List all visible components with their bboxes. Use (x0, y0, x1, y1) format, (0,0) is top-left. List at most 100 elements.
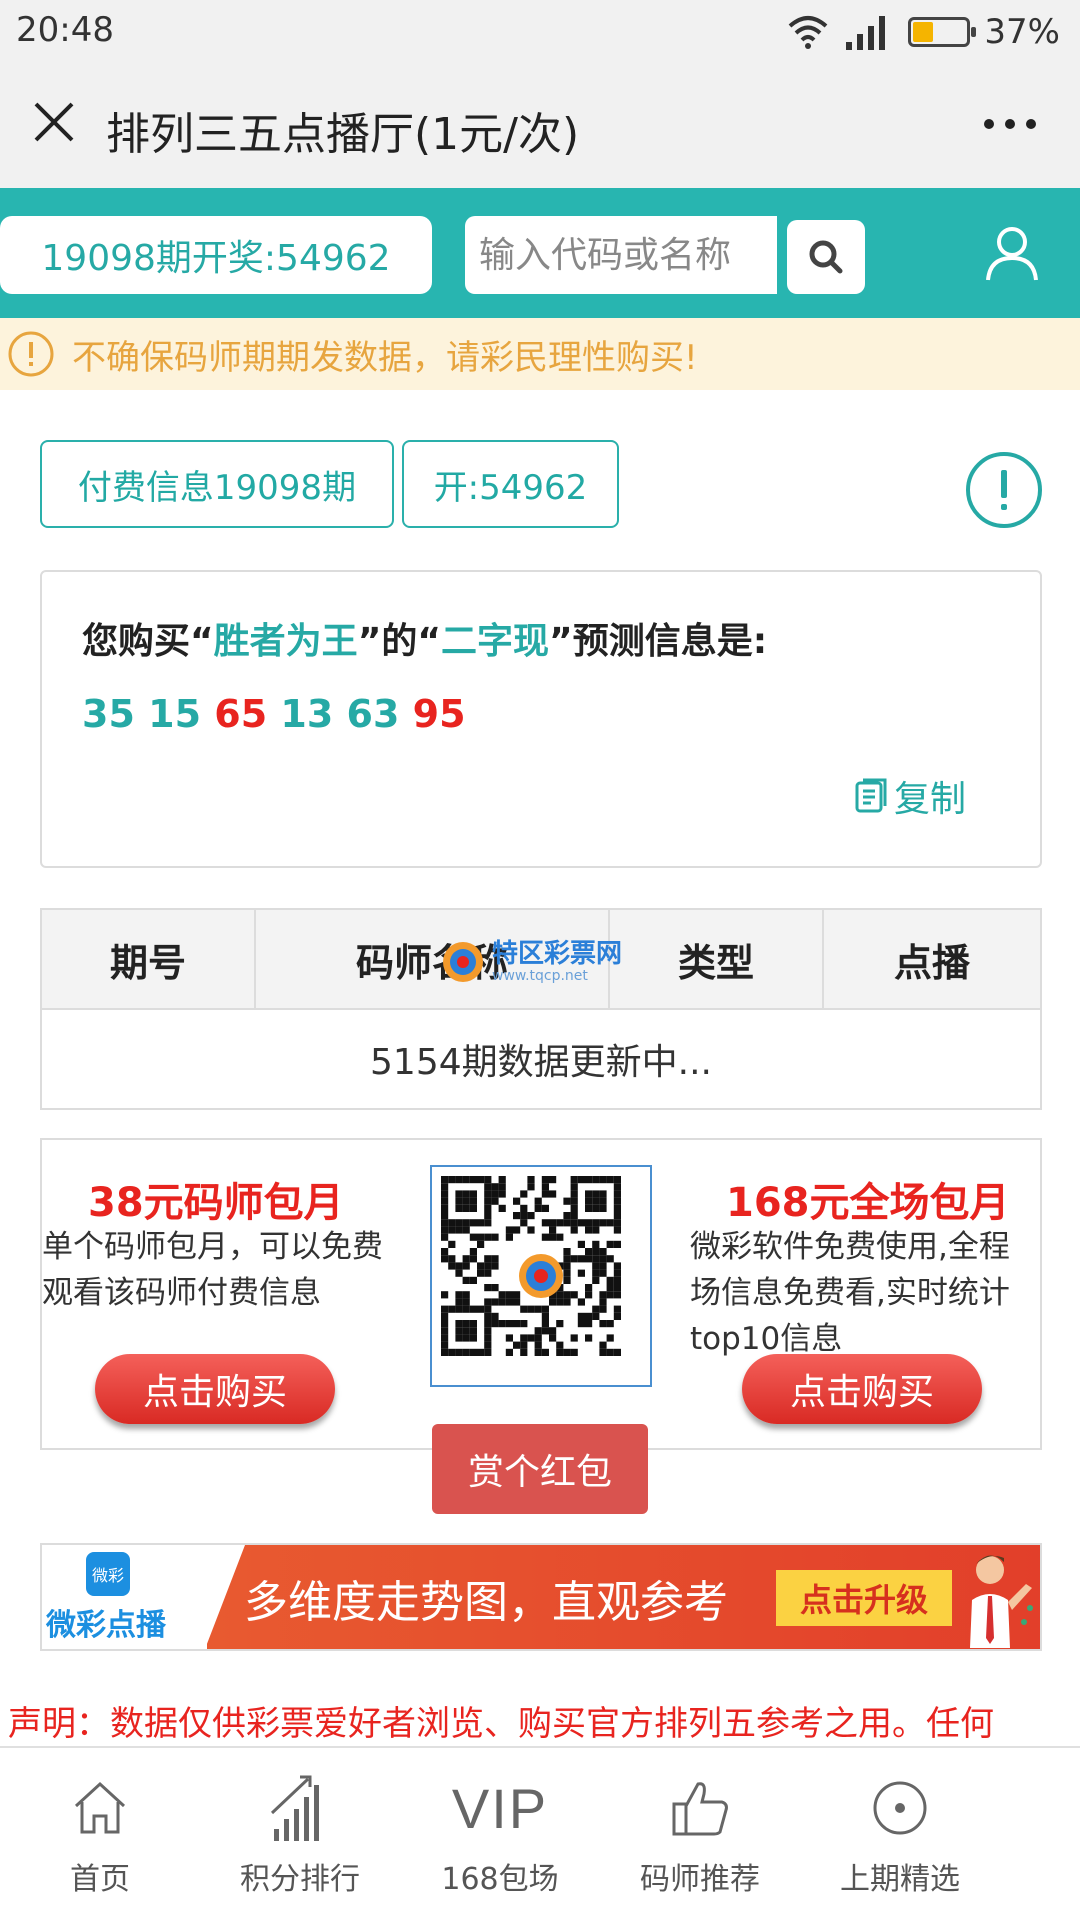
qr-module (599, 1262, 607, 1270)
prediction-number: 13 (280, 692, 334, 736)
qr-module (613, 1226, 621, 1234)
page-title: 排列三五点播厅(1元/次) (106, 109, 580, 160)
nav-item-recommend[interactable]: 码师推荐 (600, 1748, 800, 1920)
qr-module (577, 1320, 585, 1328)
nav-item-home[interactable]: 首页 (0, 1748, 200, 1920)
nav-item-ranking[interactable]: 积分排行 (200, 1748, 400, 1920)
qr-module (484, 1269, 492, 1277)
qr-module (534, 1305, 542, 1313)
qr-module (513, 1291, 521, 1299)
copy-icon (855, 778, 887, 813)
qr-module (585, 1255, 593, 1263)
search-button[interactable] (787, 220, 865, 294)
qr-module (599, 1190, 607, 1198)
qr-module (469, 1176, 477, 1184)
qr-module (498, 1190, 506, 1198)
buy-master-monthly-button[interactable]: 点击购买 (95, 1354, 335, 1424)
qr-module (541, 1320, 549, 1328)
qr-module (599, 1197, 607, 1205)
upgrade-button[interactable]: 点击升级 (776, 1570, 952, 1626)
qr-module (484, 1255, 492, 1263)
monthly-master-desc: 单个码师包月，可以免费观看该码师付费信息 (42, 1229, 383, 1311)
qr-module (549, 1190, 557, 1198)
qr-module (484, 1320, 492, 1328)
more-dot-icon (984, 119, 994, 129)
nav-item-vip[interactable]: VIP 168包场 (400, 1748, 600, 1920)
qr-module (606, 1276, 614, 1284)
battery-percent: 37% (984, 12, 1060, 52)
qr-module (462, 1190, 470, 1198)
buy-all-monthly-button[interactable]: 点击购买 (742, 1354, 982, 1424)
qr-module (469, 1305, 477, 1313)
target-circle-icon (873, 1781, 927, 1835)
qr-module (484, 1284, 492, 1292)
qr-module (441, 1312, 449, 1320)
vip-icon: VIP (451, 1776, 549, 1840)
qr-module (534, 1348, 542, 1356)
qr-module (469, 1197, 477, 1205)
open-result-button[interactable]: 开:54962 (402, 440, 619, 528)
qr-module (462, 1262, 470, 1270)
qr-module (556, 1348, 564, 1356)
close-button[interactable] (28, 96, 80, 148)
qr-module (549, 1219, 557, 1227)
info-icon (8, 331, 54, 377)
qr-module (441, 1204, 449, 1212)
qr-module (585, 1219, 593, 1227)
qr-module (498, 1176, 506, 1184)
qr-module (613, 1262, 621, 1270)
qr-module (556, 1298, 564, 1306)
nav-label: 168包场 (441, 1862, 559, 1897)
qr-module (613, 1190, 621, 1198)
qr-module (549, 1226, 557, 1234)
qr-module (477, 1240, 485, 1248)
nav-item-last-picks[interactable]: 上期精选 (800, 1748, 1000, 1920)
qr-module (563, 1219, 571, 1227)
qr-module (484, 1197, 492, 1205)
help-button[interactable] (964, 450, 1044, 530)
qr-module (484, 1219, 492, 1227)
more-dot-icon (1026, 119, 1036, 129)
qr-module (585, 1226, 593, 1234)
qr-module (469, 1334, 477, 1342)
qr-module (448, 1240, 456, 1248)
red-packet-button[interactable]: 赏个红包 (432, 1424, 648, 1514)
user-profile-button[interactable] (980, 220, 1044, 284)
prediction-prefix: 您购买“ (82, 621, 214, 662)
qr-module (613, 1176, 621, 1184)
qr-module (448, 1262, 456, 1270)
qr-module (577, 1219, 585, 1227)
latest-draw-result[interactable]: 19098期开奖:54962 (0, 216, 432, 294)
copy-button[interactable]: 复制 (854, 772, 966, 820)
qr-module (563, 1248, 571, 1256)
qr-module (513, 1341, 521, 1349)
qr-module (599, 1176, 607, 1184)
qr-module (441, 1190, 449, 1198)
qr-module (549, 1327, 557, 1335)
more-dot-icon (1005, 119, 1015, 129)
qr-module (527, 1212, 535, 1220)
presenter-figure-icon (970, 1555, 1033, 1648)
nav-label: 码师推荐 (640, 1862, 760, 1897)
paid-info-button[interactable]: 付费信息19098期 (40, 440, 394, 528)
qr-module (606, 1334, 614, 1342)
more-menu-button[interactable] (970, 104, 1050, 144)
qr-module (556, 1341, 564, 1349)
qr-module (556, 1233, 564, 1241)
table-status-message: 5154期数据更新中... (370, 1042, 712, 1083)
qr-module (448, 1226, 456, 1234)
qr-module (469, 1348, 477, 1356)
wifi-icon (789, 16, 828, 49)
qr-module (491, 1190, 499, 1198)
prediction-suffix: ”预测信息是: (549, 621, 768, 662)
qr-module (441, 1248, 449, 1256)
qr-module (505, 1226, 513, 1234)
qr-module (469, 1255, 477, 1263)
qr-module (549, 1298, 557, 1306)
qr-module (462, 1334, 470, 1342)
qr-module (585, 1291, 593, 1299)
qr-module (441, 1197, 449, 1205)
qr-module (484, 1183, 492, 1191)
search-input[interactable] (465, 216, 777, 294)
qr-module (462, 1226, 470, 1234)
